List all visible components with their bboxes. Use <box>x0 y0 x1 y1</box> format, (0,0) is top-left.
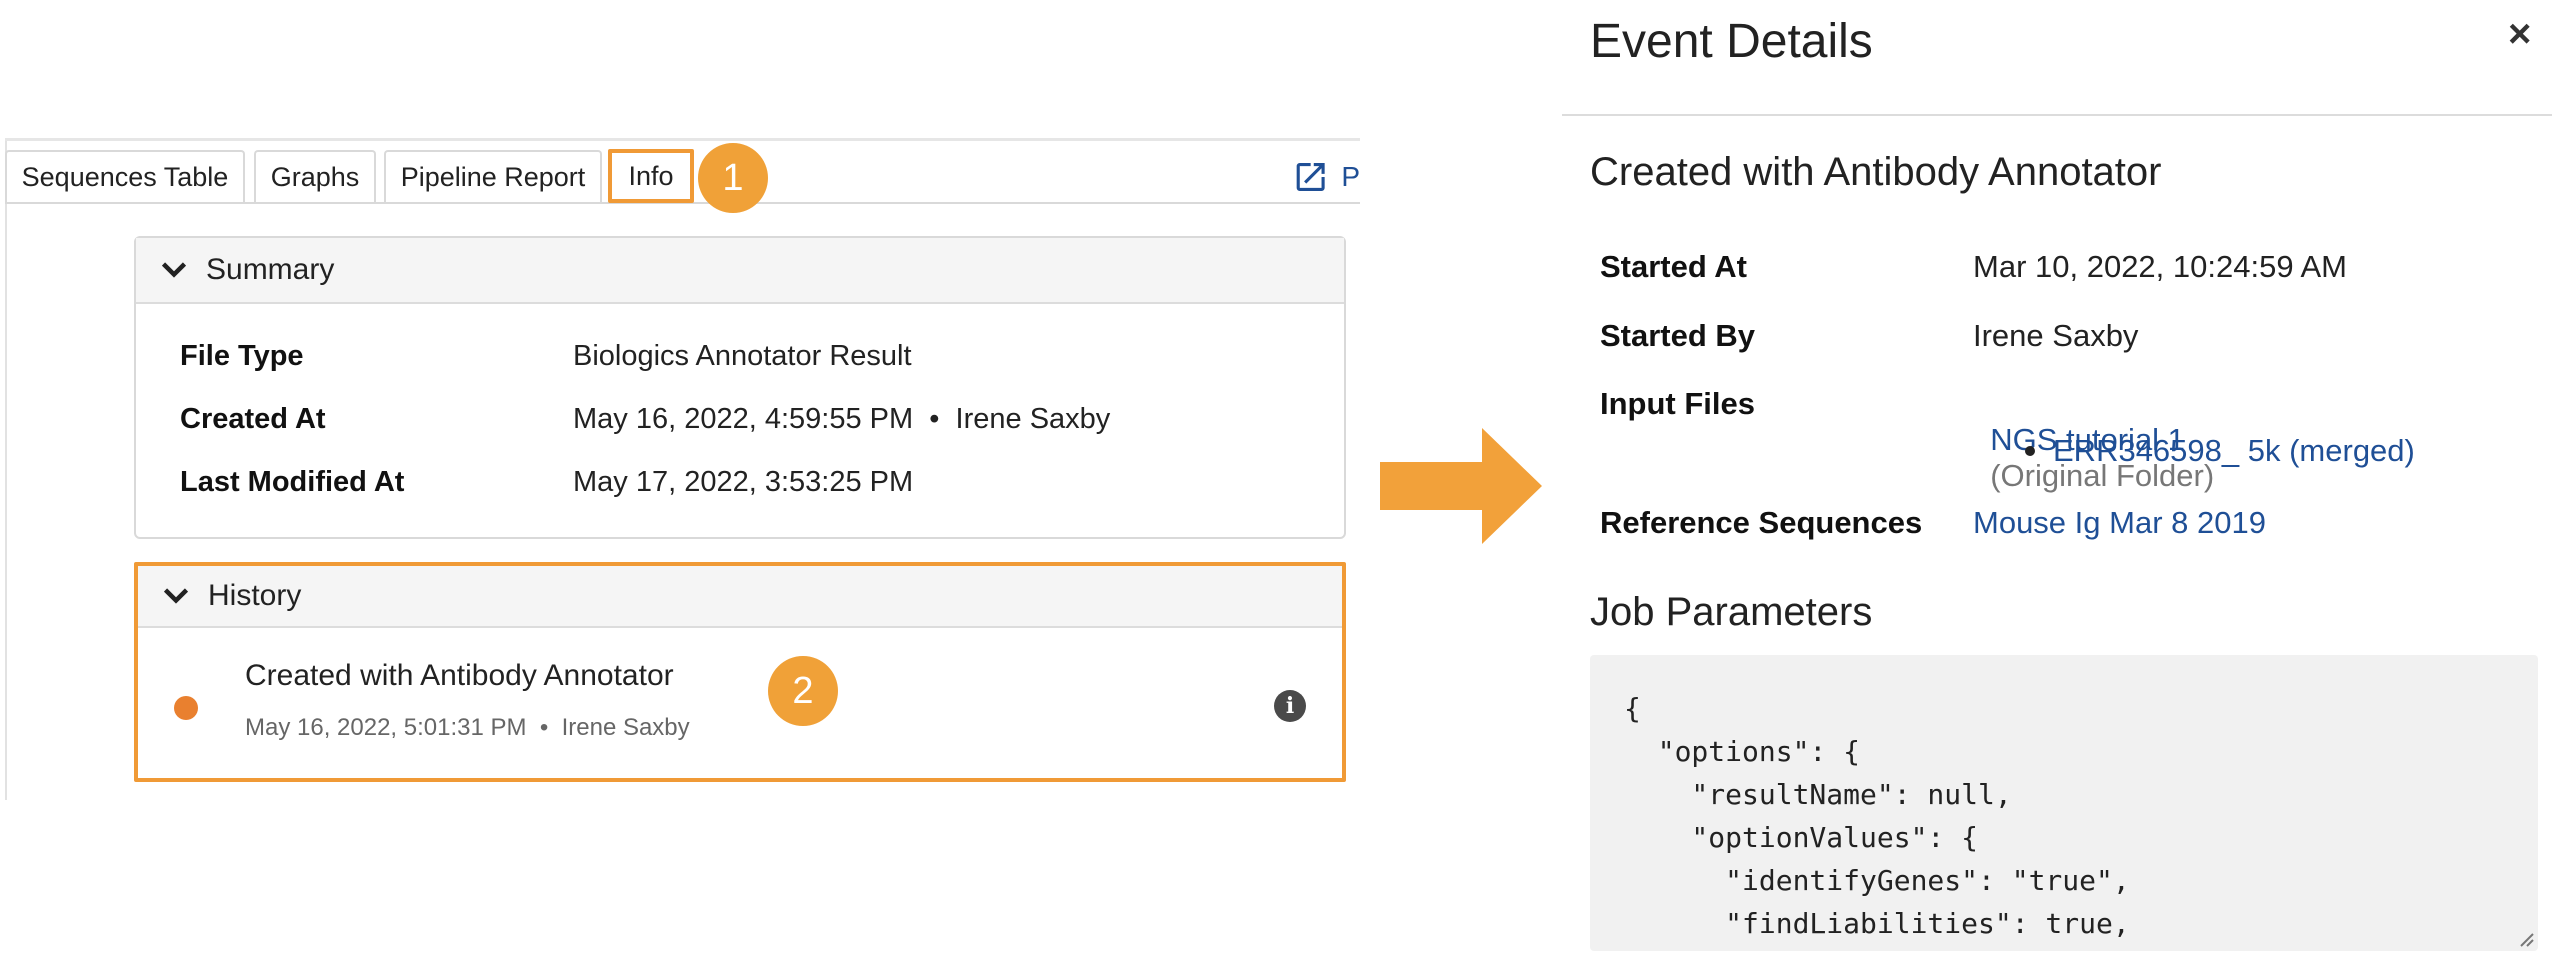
tab-sequences-table[interactable]: Sequences Table <box>5 150 245 202</box>
file-type-value: Biologics Annotator Result <box>573 340 912 372</box>
job-parameters-code-box[interactable]: { "options": { "resultName": null, "opti… <box>1590 655 2538 951</box>
input-file-item: ERR346598_ 5k (merged) <box>2025 433 2415 469</box>
started-by-value: Irene Saxby <box>1973 318 2139 353</box>
event-details-title: Event Details <box>1590 15 1873 68</box>
job-parameters-code: { "options": { "resultName": null, "opti… <box>1624 692 2130 940</box>
resize-handle-icon[interactable] <box>2516 929 2534 947</box>
last-modified-label: Last Modified At <box>180 466 405 498</box>
tab-label: Info <box>628 160 674 191</box>
tab-info[interactable]: Info <box>608 149 694 203</box>
summary-card: Summary File Type Biologics Annotator Re… <box>134 236 1346 539</box>
bullet-dot <box>2025 446 2035 456</box>
tab-label: Graphs <box>270 161 360 192</box>
header-divider <box>1562 114 2552 116</box>
tab-label: Sequences Table <box>21 161 229 192</box>
reference-sequences-link[interactable]: Mouse Ig Mar 8 2019 <box>1973 505 2266 541</box>
created-at-label: Created At <box>180 403 326 435</box>
open-external-link[interactable]: P <box>1292 155 1360 199</box>
panel-top-divider <box>5 138 1360 141</box>
history-event-title[interactable]: Created with Antibody Annotator <box>245 659 674 693</box>
history-card: History Created with Antibody Annotator … <box>134 562 1346 782</box>
history-event-meta: May 16, 2022, 5:01:31 PM • Irene Saxby <box>245 714 690 741</box>
callout-badge-1: 1 <box>698 143 768 213</box>
summary-header[interactable]: Summary <box>136 238 1344 304</box>
tab-pipeline-report[interactable]: Pipeline Report <box>384 150 602 202</box>
right-arrow-icon <box>1380 428 1542 544</box>
history-header[interactable]: History <box>138 566 1342 628</box>
history-status-dot <box>174 696 198 720</box>
file-type-label: File Type <box>180 340 304 372</box>
started-at-label: Started At <box>1600 249 1747 284</box>
event-subtitle: Created with Antibody Annotator <box>1590 150 2162 194</box>
input-files-label: Input Files <box>1600 386 1755 421</box>
history-header-label: History <box>208 579 302 612</box>
started-at-value: Mar 10, 2022, 10:24:59 AM <box>1973 249 2347 284</box>
chevron-down-icon <box>163 588 189 604</box>
external-link-label: P <box>1341 161 1360 192</box>
tab-graphs[interactable]: Graphs <box>254 150 376 202</box>
reference-sequences-label: Reference Sequences <box>1600 505 1923 540</box>
tab-label: Pipeline Report <box>400 161 586 192</box>
job-parameters-heading: Job Parameters <box>1590 590 1873 634</box>
summary-header-label: Summary <box>206 253 335 286</box>
external-link-icon <box>1296 163 1325 191</box>
info-icon[interactable]: i <box>1274 690 1306 722</box>
callout-badge-2: 2 <box>768 656 838 726</box>
started-by-label: Started By <box>1600 318 1756 353</box>
input-file-link[interactable]: ERR346598_ 5k (merged) <box>2053 433 2415 469</box>
created-at-value: May 16, 2022, 4:59:55 PM • Irene Saxby <box>573 403 1111 435</box>
chevron-down-icon <box>161 262 187 278</box>
close-icon[interactable]: × <box>2508 12 2531 57</box>
last-modified-value: May 17, 2022, 3:53:25 PM <box>573 466 914 498</box>
